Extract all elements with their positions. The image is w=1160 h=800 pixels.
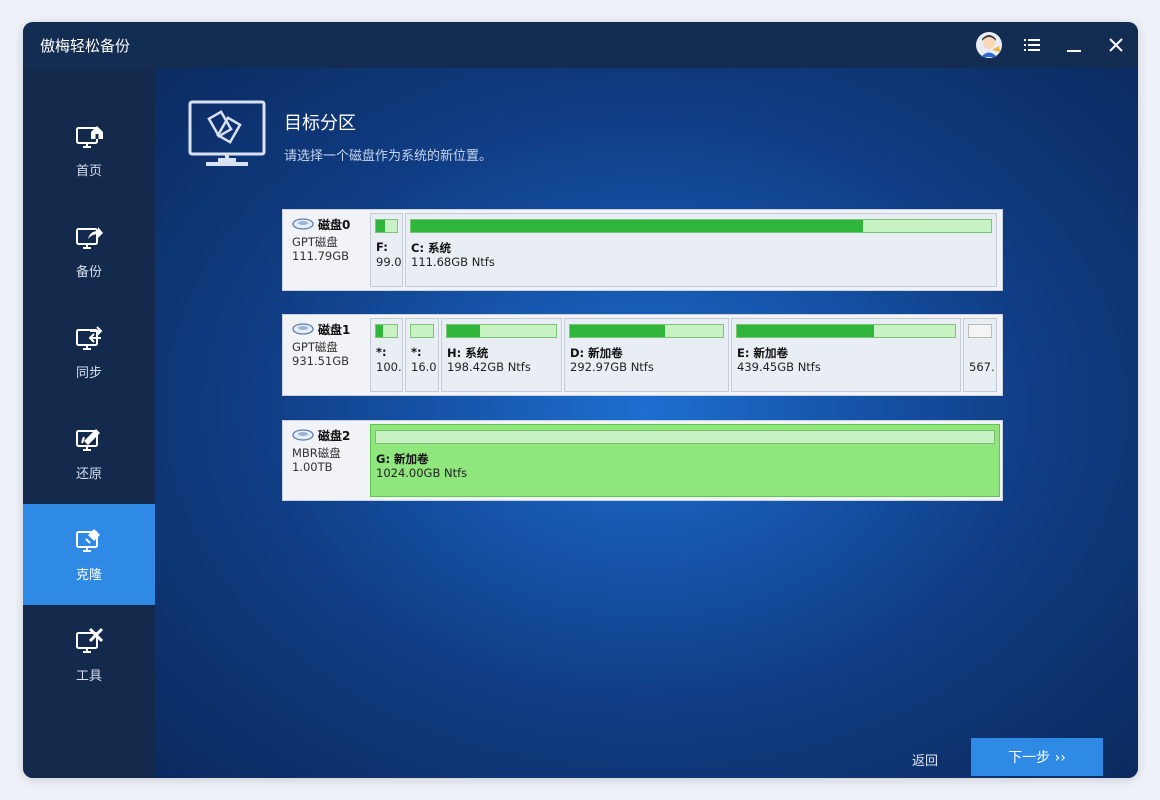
disk-icon xyxy=(292,429,314,441)
disk-size: 1.00TB xyxy=(292,460,333,474)
menu-icon[interactable] xyxy=(1017,30,1047,60)
usage-bar xyxy=(446,324,557,338)
usage-bar xyxy=(375,324,398,338)
disk-type: GPT磁盘 xyxy=(292,235,338,249)
minimize-icon[interactable] xyxy=(1059,30,1089,60)
sidebar-item-home[interactable]: 首页 xyxy=(23,100,155,201)
partition-info: 439.45GB Ntfs xyxy=(737,360,821,374)
partition-label: *: xyxy=(376,345,387,359)
partition-label: E: 新加卷 xyxy=(737,346,788,360)
usage-bar xyxy=(375,430,995,444)
disk-size: 111.79GB xyxy=(292,249,350,263)
app-title: 傲梅轻松备份 xyxy=(40,37,131,55)
usage-bar xyxy=(569,324,724,338)
usage-bar xyxy=(410,324,434,338)
tools-monitor-icon xyxy=(76,627,104,653)
sidebar-item-sync[interactable]: 同步 xyxy=(23,302,155,403)
sidebar-item-tools[interactable]: 工具 xyxy=(23,605,155,706)
partition-info: 99.0 xyxy=(376,255,402,269)
usage-fill xyxy=(376,325,384,337)
usage-fill xyxy=(447,325,480,337)
backup-monitor-icon xyxy=(76,227,103,249)
usage-fill xyxy=(411,220,864,232)
partition-label: C: 系统 xyxy=(411,241,452,255)
partition-block[interactable]: E: 新加卷 439.45GB Ntfs xyxy=(731,318,961,392)
partition-block[interactable]: H: 系统 198.42GB Ntfs xyxy=(441,318,562,392)
sidebar-item-backup[interactable]: 备份 xyxy=(23,201,155,302)
disk-row-0[interactable]: 磁盘0 GPT磁盘 111.79GB F: 99.0 C: 系统 111.68G… xyxy=(282,209,1003,291)
partition-label: *: xyxy=(411,345,422,359)
sidebar-item-label: 备份 xyxy=(75,265,102,280)
partition-block[interactable]: *: 100. xyxy=(370,318,403,392)
disk-name: 磁盘1 xyxy=(318,322,351,337)
partition-info: 567. xyxy=(969,360,995,374)
home-monitor-icon xyxy=(76,126,103,148)
sync-monitor-icon xyxy=(76,326,103,350)
partition-info: 292.97GB Ntfs xyxy=(570,360,654,374)
clone-monitor-icon xyxy=(76,529,100,552)
disk-name: 磁盘2 xyxy=(318,428,351,443)
disk-info: 磁盘1 GPT磁盘 931.51GB xyxy=(283,315,369,395)
disk-size: 931.51GB xyxy=(292,354,350,368)
usage-bar xyxy=(968,324,992,338)
app-window: 傲梅轻松备份 首页 备份 同步 还原 克隆 工具 目标分区 请选择一个磁盘作为系… xyxy=(23,22,1138,778)
back-button[interactable]: 返回 xyxy=(912,750,938,769)
partition-block[interactable]: D: 新加卷 292.97GB Ntfs xyxy=(564,318,729,392)
title-bar: 傲梅轻松备份 xyxy=(23,22,1138,68)
partition-info: 1024.00GB Ntfs xyxy=(376,466,468,480)
usage-fill xyxy=(376,220,386,232)
partition-block-selected[interactable]: G: 新加卷 1024.00GB Ntfs xyxy=(370,424,1000,497)
restore-monitor-icon xyxy=(76,429,100,451)
next-button[interactable]: 下一步 ›› xyxy=(971,738,1103,776)
page-title: 目标分区 xyxy=(284,113,356,134)
partition-info: 16.0 xyxy=(411,360,437,374)
partition-block[interactable]: C: 系统 111.68GB Ntfs xyxy=(405,213,997,287)
disk-type: GPT磁盘 xyxy=(292,340,338,354)
partition-block[interactable]: *: 16.0 xyxy=(405,318,439,392)
sidebar-item-clone[interactable]: 克隆 xyxy=(23,504,155,605)
partition-label: D: 新加卷 xyxy=(570,346,623,360)
user-avatar-icon[interactable] xyxy=(974,30,1004,60)
disk-row-2[interactable]: 磁盘2 MBR磁盘 1.00TB G: 新加卷 1024.00GB Ntfs xyxy=(282,420,1003,501)
close-icon[interactable] xyxy=(1101,30,1131,60)
unallocated-block[interactable]: 567. xyxy=(963,318,997,392)
target-partition-monitor-icon xyxy=(188,100,266,166)
usage-bar xyxy=(375,219,398,233)
sidebar-item-label: 克隆 xyxy=(75,568,102,583)
disk-name: 磁盘0 xyxy=(318,217,351,232)
sidebar-item-label: 首页 xyxy=(75,164,102,179)
partition-label: F: xyxy=(376,240,388,254)
disk-icon xyxy=(292,218,314,230)
sidebar-item-label: 同步 xyxy=(75,366,102,381)
disk-info: 磁盘0 GPT磁盘 111.79GB xyxy=(283,210,369,290)
sidebar-item-restore[interactable]: 还原 xyxy=(23,403,155,504)
partition-info: 100. xyxy=(376,360,402,374)
partition-label: H: 系统 xyxy=(447,346,489,360)
usage-bar xyxy=(410,219,992,233)
disk-info: 磁盘2 MBR磁盘 1.00TB xyxy=(283,421,369,500)
usage-fill xyxy=(737,325,875,337)
partition-info: 198.42GB Ntfs xyxy=(447,360,531,374)
sidebar-item-label: 还原 xyxy=(75,467,102,482)
main-content: 目标分区 请选择一个磁盘作为系统的新位置。 磁盘0 GPT磁盘 111.79GB… xyxy=(155,68,1138,778)
partition-block[interactable]: F: 99.0 xyxy=(370,213,403,287)
partition-info: 111.68GB Ntfs xyxy=(411,255,495,269)
sidebar-item-label: 工具 xyxy=(75,669,102,684)
sidebar: 首页 备份 同步 还原 克隆 工具 xyxy=(23,68,155,778)
disk-type: MBR磁盘 xyxy=(292,446,341,460)
usage-fill xyxy=(570,325,665,337)
disk-row-1[interactable]: 磁盘1 GPT磁盘 931.51GB *: 100. *: 16.0 H: 系统… xyxy=(282,314,1003,396)
partition-label: G: 新加卷 xyxy=(376,452,429,466)
page-subtitle: 请选择一个磁盘作为系统的新位置。 xyxy=(284,149,493,164)
usage-bar xyxy=(736,324,956,338)
disk-icon xyxy=(292,323,314,335)
